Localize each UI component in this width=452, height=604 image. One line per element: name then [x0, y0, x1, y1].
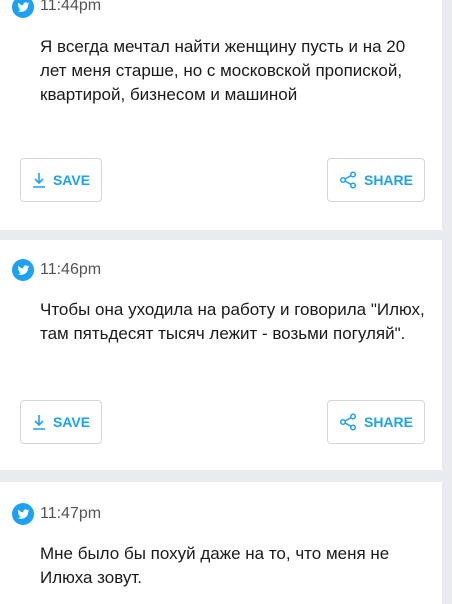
- tweet-card-1: 11:44pm Я всегда мечтал найти женщину пу…: [0, 0, 442, 230]
- tweet-time: 11:44pm: [40, 0, 102, 14]
- save-button[interactable]: SAVE: [20, 400, 102, 444]
- share-label: SHARE: [363, 414, 413, 430]
- twitter-bird-icon: [12, 259, 34, 281]
- share-button[interactable]: SHARE: [327, 400, 425, 444]
- download-icon: [32, 415, 45, 430]
- save-label: SAVE: [52, 172, 91, 188]
- tweet-time: 11:46pm: [40, 261, 102, 278]
- share-button[interactable]: SHARE: [327, 158, 425, 202]
- share-label: SHARE: [363, 172, 413, 188]
- tweet-text: Чтобы она уходила на работу и говорила "…: [40, 300, 425, 343]
- tweet-text: Я всегда мечтал найти женщину пусть и на…: [40, 37, 406, 104]
- tweet-text: Мне было бы похуй даже на то, что меня н…: [40, 544, 390, 587]
- save-button[interactable]: SAVE: [20, 158, 102, 202]
- download-icon: [32, 173, 45, 188]
- share-icon: [339, 171, 357, 189]
- share-icon: [339, 413, 357, 431]
- twitter-bird-icon: [12, 0, 34, 18]
- save-label: SAVE: [52, 414, 91, 430]
- tweet-card-3: 11:47pm Мне было бы похуй даже на то, чт…: [0, 482, 442, 604]
- tweet-card-2: 11:46pm Чтобы она уходила на работу и го…: [0, 240, 442, 470]
- tweet-time: 11:47pm: [40, 505, 102, 522]
- twitter-bird-icon: [12, 503, 34, 525]
